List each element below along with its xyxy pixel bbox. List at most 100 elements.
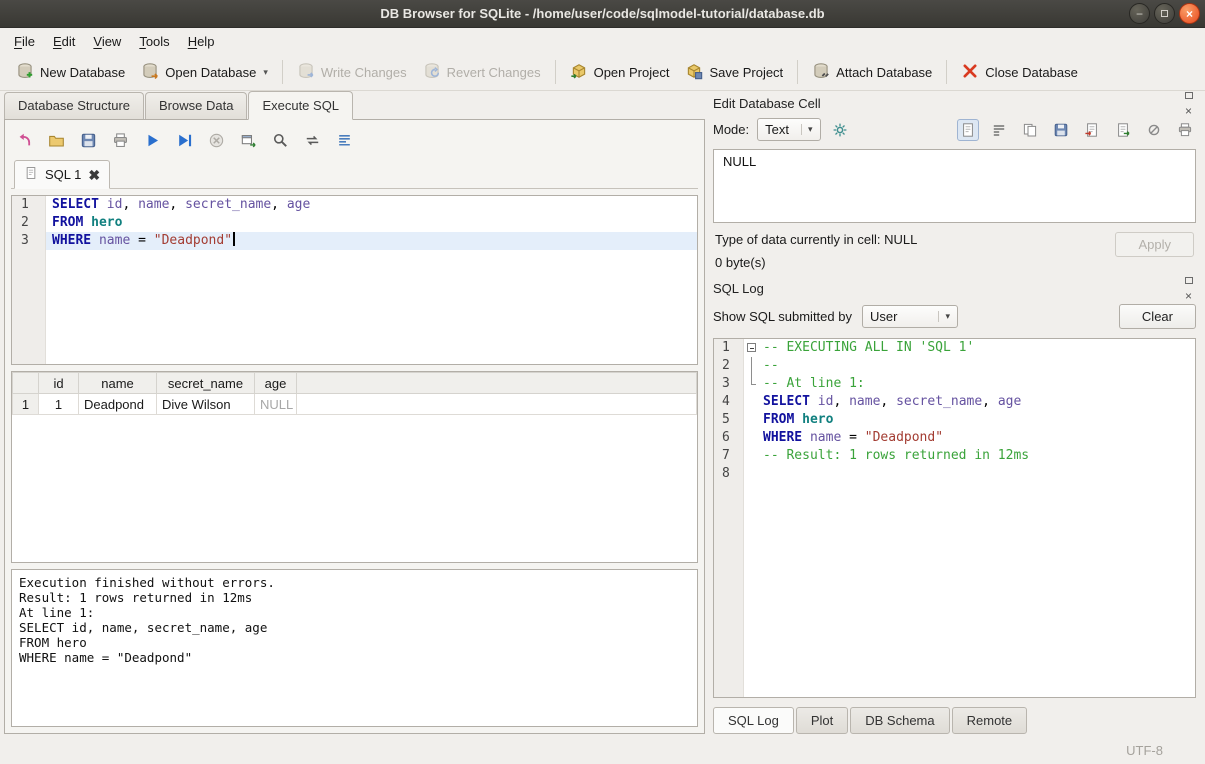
tab-browse-data[interactable]: Browse Data: [145, 92, 247, 119]
new-tab-icon[interactable]: [13, 129, 35, 151]
left-pane: Database StructureBrowse DataExecute SQL…: [0, 91, 705, 736]
line-number: 5: [714, 411, 744, 429]
column-header-secret-name[interactable]: secret_name: [157, 373, 255, 394]
new-database-button[interactable]: New Database: [8, 57, 133, 88]
log-code: FROM hero: [760, 411, 833, 429]
format-icon[interactable]: [333, 129, 355, 151]
line-number: 2: [12, 214, 46, 232]
sql-tab[interactable]: SQL 1 ✖: [14, 160, 110, 189]
wrap-text-icon[interactable]: [988, 119, 1010, 141]
open-database-icon: [141, 62, 159, 83]
attach-database-icon: [812, 62, 830, 83]
table-cell[interactable]: 1: [39, 394, 79, 415]
minimize-button[interactable]: −: [1129, 3, 1150, 24]
auto-switch-icon[interactable]: [829, 119, 851, 141]
menu-tools[interactable]: Tools: [130, 30, 178, 53]
sql-tab-close-icon[interactable]: ✖: [88, 170, 100, 180]
menu-help[interactable]: Help: [179, 30, 224, 53]
sql-toolbar: [11, 124, 698, 153]
edit-cell-title: Edit Database Cell: [713, 96, 1176, 111]
table-cell[interactable]: Dive Wilson: [157, 394, 255, 415]
line-number: 2: [714, 357, 744, 375]
save-cell-icon[interactable]: [1050, 119, 1072, 141]
log-code: -- Result: 1 rows returned in 12ms: [760, 447, 1029, 465]
cell-info: Type of data currently in cell: NULL 0 b…: [713, 223, 1196, 276]
print-cell-icon[interactable]: [1174, 119, 1196, 141]
log-filler: [714, 483, 1195, 697]
save-sql-icon[interactable]: [77, 129, 99, 151]
log-line-2: 2 --: [714, 357, 1195, 375]
dock-tab-remote[interactable]: Remote: [952, 707, 1028, 734]
set-null-icon[interactable]: [1143, 119, 1165, 141]
cell-editor[interactable]: NULL: [713, 149, 1196, 223]
find-replace-icon[interactable]: [269, 129, 291, 151]
detach-tab-icon[interactable]: [237, 129, 259, 151]
apply-button[interactable]: Apply: [1115, 232, 1194, 257]
clear-button[interactable]: Clear: [1119, 304, 1196, 329]
column-header-id[interactable]: id: [39, 373, 79, 394]
encoding-status: UTF-8: [1126, 743, 1163, 758]
open-project-button[interactable]: Open Project: [562, 57, 678, 88]
log-line-7: 7 -- Result: 1 rows returned in 12ms: [714, 447, 1195, 465]
tab-database-structure[interactable]: Database Structure: [4, 92, 144, 119]
dock-tab-db-schema[interactable]: DB Schema: [850, 707, 949, 734]
filter-select[interactable]: User ▾: [862, 305, 958, 328]
column-header-age[interactable]: age: [255, 373, 297, 394]
column-header-name[interactable]: name: [79, 373, 157, 394]
cell-size-info: 0 byte(s): [715, 255, 1107, 270]
attach-database-button[interactable]: Attach Database: [804, 57, 940, 88]
log-code: --: [760, 357, 779, 375]
editor-line-1: 1SELECT id, name, secret_name, age: [12, 196, 697, 214]
cell-toolbar: Mode: Text ▾: [713, 115, 1196, 149]
menu-view[interactable]: View: [84, 30, 130, 53]
edit-cell-dock-title: Edit Database Cell ×: [713, 91, 1196, 115]
log-code: -- At line 1:: [760, 375, 865, 393]
fold-marker-icon[interactable]: [744, 339, 760, 357]
copy-cell-icon[interactable]: [1019, 119, 1041, 141]
line-number: 7: [714, 447, 744, 465]
chevron-down-icon: ▾: [801, 124, 813, 135]
text-mode-icon[interactable]: [957, 119, 979, 141]
window-title: DB Browser for SQLite - /home/user/code/…: [380, 6, 824, 21]
execute-all-icon[interactable]: [141, 129, 163, 151]
line-number: 8: [714, 465, 744, 483]
close-database-button[interactable]: Close Database: [953, 57, 1086, 88]
export-cell-icon[interactable]: [1112, 119, 1134, 141]
menu-edit[interactable]: Edit: [44, 30, 84, 53]
import-cell-icon[interactable]: [1081, 119, 1103, 141]
sql-file-icon: [24, 166, 38, 183]
row-filler: [297, 394, 697, 415]
autocomplete-icon[interactable]: [301, 129, 323, 151]
print-icon[interactable]: [109, 129, 131, 151]
table-cell[interactable]: NULL: [255, 394, 297, 415]
line-number: 4: [714, 393, 744, 411]
tab-execute-sql[interactable]: Execute SQL: [248, 91, 353, 120]
dropdown-arrow-icon[interactable]: ▾: [263, 67, 268, 78]
mode-label: Mode:: [713, 122, 749, 137]
table-cell[interactable]: Deadpond: [79, 394, 157, 415]
row-header[interactable]: 1: [13, 394, 39, 415]
float-dock-icon[interactable]: [1181, 273, 1196, 288]
save-project-button[interactable]: Save Project: [677, 57, 791, 88]
open-database-button[interactable]: Open Database▾: [133, 57, 276, 88]
menu-file[interactable]: File: [5, 30, 44, 53]
fold-column: [744, 429, 760, 447]
maximize-icon: [1161, 10, 1168, 17]
dock-tab-plot[interactable]: Plot: [796, 707, 848, 734]
execute-line-icon[interactable]: [173, 129, 195, 151]
float-dock-icon[interactable]: [1181, 88, 1196, 103]
menubar: FileEditViewToolsHelp: [0, 28, 1205, 54]
open-sql-icon[interactable]: [45, 129, 67, 151]
toolbar-separator: [797, 60, 798, 84]
mode-select[interactable]: Text ▾: [757, 118, 820, 141]
new-database-icon: [16, 62, 34, 83]
fold-column: [744, 465, 760, 483]
line-number: 3: [714, 375, 744, 393]
log-line-6: 6WHERE name = "Deadpond": [714, 429, 1195, 447]
maximize-button[interactable]: [1154, 3, 1175, 24]
dock-tab-sql-log[interactable]: SQL Log: [713, 707, 794, 734]
revert-changes-button: Revert Changes: [415, 57, 549, 88]
close-button[interactable]: ×: [1179, 3, 1200, 24]
collapse-icon[interactable]: [747, 343, 756, 352]
sql-editor[interactable]: 1SELECT id, name, secret_name, age2FROM …: [11, 195, 698, 365]
